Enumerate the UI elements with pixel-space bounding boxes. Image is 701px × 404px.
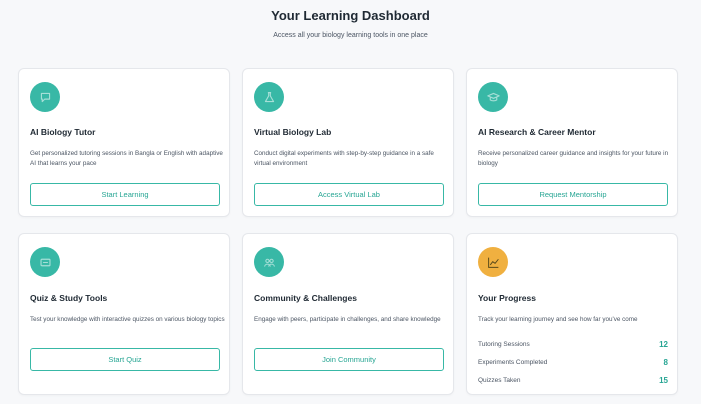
stat-row-quizzes-taken: Quizzes Taken 15 [478, 374, 668, 386]
stat-label: Quizzes Taken [478, 376, 521, 384]
card-title: AI Research & Career Mentor [478, 127, 596, 137]
card-description: Receive personalized career guidance and… [478, 150, 669, 167]
card-title: Your Progress [478, 293, 536, 303]
start-learning-button[interactable]: Start Learning [30, 183, 220, 206]
card-description: Conduct digital experiments with step-by… [254, 150, 434, 167]
chat-bubble-icon [30, 82, 60, 112]
card-description: Track your learning journey and see how … [478, 316, 638, 323]
card-title: Community & Challenges [254, 293, 357, 303]
graduation-cap-icon [478, 82, 508, 112]
quiz-card-icon [30, 247, 60, 277]
page-title: Your Learning Dashboard [271, 8, 430, 23]
page-subtitle: Access all your biology learning tools i… [273, 32, 428, 39]
community-challenges-card: Community & Challenges Engage with peers… [242, 233, 454, 395]
flask-icon [254, 82, 284, 112]
research-career-mentor-card: AI Research & Career Mentor Receive pers… [466, 68, 678, 217]
ai-biology-tutor-card: AI Biology Tutor Get personalized tutori… [18, 68, 230, 217]
stat-label: Tutoring Sessions [478, 340, 530, 348]
card-title: Quiz & Study Tools [30, 293, 108, 303]
stat-value: 15 [659, 375, 668, 385]
start-quiz-button[interactable]: Start Quiz [30, 348, 220, 371]
virtual-biology-lab-card: Virtual Biology Lab Conduct digital expe… [242, 68, 454, 217]
join-community-button[interactable]: Join Community [254, 348, 444, 371]
stat-value: 8 [663, 357, 668, 367]
card-title: Virtual Biology Lab [254, 127, 332, 137]
card-description: Get personalized tutoring sessions in Ba… [30, 150, 223, 167]
stat-label: Experiments Completed [478, 358, 548, 366]
community-icon [254, 247, 284, 277]
card-description: Test your knowledge with interactive qui… [30, 316, 225, 323]
request-mentorship-button[interactable]: Request Mentorship [478, 183, 668, 206]
stat-value: 12 [659, 339, 668, 349]
access-virtual-lab-button[interactable]: Access Virtual Lab [254, 183, 444, 206]
quiz-study-tools-card: Quiz & Study Tools Test your knowledge w… [18, 233, 230, 395]
stat-row-experiments-completed: Experiments Completed 8 [478, 356, 668, 368]
line-chart-icon [478, 247, 508, 277]
stat-row-tutoring-sessions: Tutoring Sessions 12 [478, 338, 668, 350]
card-description: Engage with peers, participate in challe… [254, 316, 441, 323]
card-title: AI Biology Tutor [30, 127, 96, 137]
your-progress-card: Your Progress Track your learning journe… [466, 233, 678, 395]
